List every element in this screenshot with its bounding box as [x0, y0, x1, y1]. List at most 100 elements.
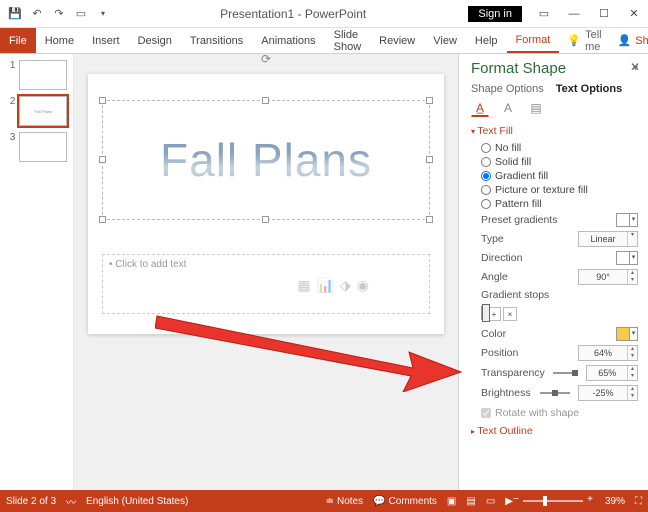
thumbnail-2[interactable]: 2 Fall Plans	[6, 96, 67, 126]
qat-dropdown-icon[interactable]: ▾	[94, 5, 112, 23]
row-color: Color ▾	[471, 325, 638, 343]
content-insert-icons[interactable]: ▦ 📊 ⬗ ◉	[297, 277, 369, 294]
resize-handle[interactable]	[99, 97, 106, 104]
zoom-slider[interactable]	[523, 500, 583, 502]
resize-handle[interactable]	[426, 156, 433, 163]
radio-solid-fill[interactable]: Solid fill	[471, 155, 638, 169]
resize-handle[interactable]	[262, 97, 269, 104]
title-text[interactable]: Fall Plans	[160, 133, 372, 187]
color-picker[interactable]: ▾	[616, 327, 638, 341]
spellcheck-icon[interactable]: 〰	[66, 494, 76, 509]
radio-gradient-fill[interactable]: Gradient fill	[471, 169, 638, 183]
tab-file[interactable]: File	[0, 28, 36, 53]
insert-table-icon[interactable]: ▦	[297, 277, 310, 294]
gradient-stop-bar[interactable]	[481, 306, 483, 320]
tab-design[interactable]: Design	[129, 28, 181, 53]
tab-slideshow[interactable]: Slide Show	[325, 28, 371, 53]
type-dropdown[interactable]: Linear▾	[578, 231, 638, 247]
tab-format[interactable]: Format	[507, 28, 560, 53]
row-transparency: Transparency 65%▴▾	[471, 363, 638, 383]
text-effects-icon[interactable]: A	[499, 99, 517, 117]
brightness-input[interactable]: -25%▴▾	[578, 385, 638, 401]
title-bar: 💾 ↶ ↷ ▭ ▾ Presentation1 - PowerPoint Sig…	[0, 0, 648, 28]
radio-pattern-fill[interactable]: Pattern fill	[471, 197, 638, 211]
pane-tabs: Shape Options Text Options	[471, 83, 638, 95]
bulb-icon: 💡	[567, 34, 581, 47]
text-fill-outline-icon[interactable]: A̲	[471, 99, 489, 117]
pane-category-icons: A̲ A ▤	[471, 99, 638, 117]
language-indicator[interactable]: English (United States)	[86, 496, 188, 507]
resize-handle[interactable]	[426, 216, 433, 223]
zoom-level[interactable]: 39%	[605, 496, 625, 507]
slide-indicator[interactable]: Slide 2 of 3	[6, 496, 56, 507]
radio-no-fill[interactable]: No fill	[471, 141, 638, 155]
insert-smartart-icon[interactable]: ⬗	[340, 277, 351, 294]
tab-help[interactable]: Help	[466, 28, 507, 53]
tab-animations[interactable]: Animations	[252, 28, 324, 53]
share-button[interactable]: 👤Share	[610, 28, 648, 53]
resize-handle[interactable]	[262, 216, 269, 223]
transparency-slider[interactable]	[553, 372, 579, 374]
notes-button[interactable]: ≐ Notes	[326, 496, 364, 507]
minimize-icon[interactable]: —	[560, 3, 588, 25]
workspace: 1 2 Fall Plans 3 ⟳ Fall Plans	[0, 54, 648, 490]
resize-handle[interactable]	[99, 156, 106, 163]
tell-me[interactable]: 💡Tell me	[559, 28, 609, 53]
angle-input[interactable]: 90°▴▾	[578, 269, 638, 285]
undo-icon[interactable]: ↶	[28, 5, 46, 23]
start-slideshow-icon[interactable]: ▭	[72, 5, 90, 23]
status-bar: Slide 2 of 3 〰 English (United States) ≐…	[0, 490, 648, 512]
insert-3d-icon[interactable]: ◉	[357, 277, 369, 294]
preset-gradient-picker[interactable]: ▾	[616, 213, 638, 227]
rotate-handle-icon[interactable]: ⟳	[261, 52, 271, 66]
pane-close-icon[interactable]: ✕	[630, 60, 640, 74]
row-brightness: Brightness -25%▴▾	[471, 383, 638, 403]
textbox-icon[interactable]: ▤	[527, 99, 545, 117]
ribbon-options-icon[interactable]: ▭	[530, 3, 558, 25]
maximize-icon[interactable]: ☐	[590, 3, 618, 25]
section-text-outline[interactable]: Text Outline	[471, 425, 638, 437]
brightness-slider[interactable]	[540, 392, 570, 394]
thumbnail-3[interactable]: 3	[6, 132, 67, 162]
direction-picker[interactable]: ▾	[616, 251, 638, 265]
tab-insert[interactable]: Insert	[83, 28, 129, 53]
text-fill-section: Text Fill No fill Solid fill Gradient fi…	[471, 125, 638, 437]
title-textbox[interactable]: Fall Plans	[102, 100, 430, 220]
tab-text-options[interactable]: Text Options	[556, 83, 622, 95]
row-angle: Angle 90°▴▾	[471, 267, 638, 287]
reading-view-icon[interactable]: ▭	[486, 496, 495, 507]
position-input[interactable]: 64%▴▾	[578, 345, 638, 361]
ribbon-tabs: File Home Insert Design Transitions Anim…	[0, 28, 648, 54]
sorter-view-icon[interactable]: ▤	[466, 496, 475, 507]
tab-shape-options[interactable]: Shape Options	[471, 83, 544, 95]
window-title: Presentation1 - PowerPoint	[118, 7, 468, 21]
close-icon[interactable]: ✕	[620, 3, 648, 25]
row-type: Type Linear▾	[471, 229, 638, 249]
content-placeholder[interactable]: • Click to add text ▦ 📊 ⬗ ◉	[102, 254, 430, 314]
thumbnail-1[interactable]: 1	[6, 60, 67, 90]
redo-icon[interactable]: ↷	[50, 5, 68, 23]
tab-view[interactable]: View	[424, 28, 466, 53]
resize-handle[interactable]	[99, 216, 106, 223]
rotate-with-shape-checkbox[interactable]: Rotate with shape	[471, 403, 638, 421]
radio-picture-fill[interactable]: Picture or texture fill	[471, 183, 638, 197]
tab-transitions[interactable]: Transitions	[181, 28, 252, 53]
slideshow-view-icon[interactable]: ▶	[505, 496, 513, 507]
remove-stop-icon[interactable]: ×	[503, 307, 517, 321]
transparency-input[interactable]: 65%▴▾	[586, 365, 638, 381]
tab-review[interactable]: Review	[370, 28, 424, 53]
normal-view-icon[interactable]: ▣	[447, 496, 456, 507]
resize-handle[interactable]	[426, 97, 433, 104]
format-shape-pane: ✕ Format Shape ▾ Shape Options Text Opti…	[458, 54, 648, 490]
row-direction: Direction ▾	[471, 249, 638, 267]
save-icon[interactable]: 💾	[6, 5, 24, 23]
comments-button[interactable]: 💬 Comments	[373, 496, 437, 507]
gradient-stops: +×	[481, 307, 638, 321]
tab-home[interactable]: Home	[36, 28, 83, 53]
sign-in-button[interactable]: Sign in	[468, 6, 522, 22]
slide-canvas[interactable]: ⟳ Fall Plans • Click to add text ▦ 📊 ⬗ ◉	[88, 74, 444, 334]
section-text-fill[interactable]: Text Fill	[471, 125, 638, 137]
fit-to-window-icon[interactable]: ⛶	[635, 496, 642, 507]
insert-chart-icon[interactable]: 📊	[317, 277, 334, 294]
quick-access-toolbar: 💾 ↶ ↷ ▭ ▾	[0, 5, 118, 23]
